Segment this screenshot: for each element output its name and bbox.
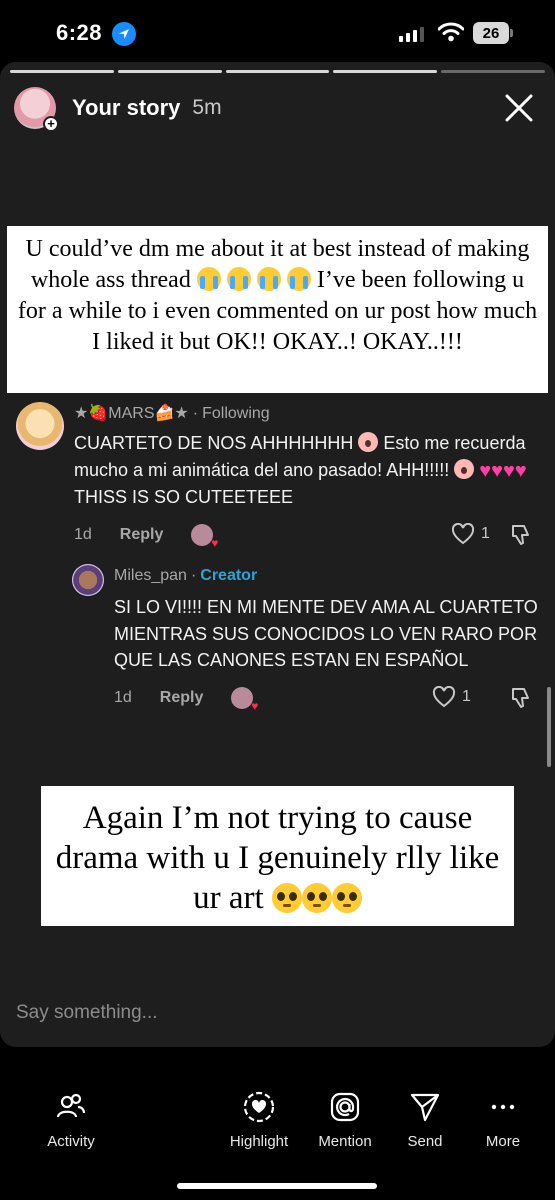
activity-label: Activity [47,1133,95,1150]
comment-text: SI LO VI!!!! EN MI MENTE DEV AMA AL CUAR… [114,597,538,670]
more-button[interactable]: More [463,1091,543,1150]
send-button[interactable]: Send [385,1091,465,1150]
comment-meta: 1d Reply 1 [114,685,546,713]
story-caption-bottom: Again I’m not trying to cause drama with… [41,786,514,926]
comment-age: 1d [114,688,132,706]
message-input[interactable]: Say something... [16,1002,158,1024]
cellular-signal-icon [399,26,424,42]
comment-text-part: CUARTETO DE NOS AHHHHHHH [74,433,354,453]
comment-text: CUARTETO DE NOS AHHHHHHH Esto me recuerd… [74,430,544,511]
heart-outline-icon [451,522,475,544]
pink-heart-icon: ♥ [502,459,515,482]
relation-label: Following [202,405,270,422]
comment-age: 1d [74,525,92,543]
thumbs-down-icon[interactable] [510,523,532,552]
pleading-emoji-icon [331,883,362,913]
location-arrow-icon [112,22,136,46]
highlight-heart-icon [243,1091,275,1123]
creator-badge: Creator [200,567,258,584]
wifi-icon [437,22,465,47]
comment-text-part: THISS IS SO CUTEETEEE [74,487,294,507]
progress-segment [10,70,114,73]
add-icon: + [43,116,59,132]
story-progress [10,70,545,73]
reply-button[interactable]: Reply [120,526,164,544]
close-icon[interactable] [503,92,535,124]
pleading-emoji-icon [271,883,302,913]
highlight-button[interactable]: Highlight [219,1091,299,1150]
story-avatar[interactable]: + [14,87,59,132]
activity-button[interactable]: Activity [31,1091,111,1150]
progress-segment [225,70,330,73]
crying-emoji-icon [286,267,311,291]
commenter-name[interactable]: Miles_pan [114,567,187,584]
bottom-toolbar: Activity Highlight Mention Send More [0,1047,555,1200]
creator-liked-avatar [231,686,258,713]
crying-emoji-icon [196,267,221,291]
commenter-avatar[interactable] [72,564,104,596]
status-bar: 6:28 26 [0,0,555,62]
story-caption-top: U could’ve dm me about it at best instea… [7,226,548,393]
reply-button[interactable]: Reply [160,689,204,707]
creator-liked-avatar [191,523,218,550]
send-label: Send [407,1133,443,1150]
story-viewer[interactable]: + Your story 5m U could’ve dm me about i… [0,62,555,1047]
pink-heart-icon: ♥ [491,459,503,482]
shocked-emoji-icon [358,432,379,452]
comment-meta: 1d Reply 1 [74,522,544,550]
story-age: 5m [192,96,222,119]
people-icon [55,1091,87,1123]
more-dots-icon [487,1091,519,1123]
thumbs-down-icon[interactable] [510,686,532,715]
progress-segment [441,70,545,73]
heart-outline-icon [432,685,456,707]
crying-emoji-icon [226,267,251,291]
like-button[interactable]: 1 [451,522,490,545]
highlight-label: Highlight [229,1133,289,1150]
pleading-emoji-icon [301,883,332,913]
like-count: 1 [462,687,471,705]
home-indicator[interactable] [177,1183,377,1189]
story-header: + Your story 5m [14,82,545,134]
pink-heart-icon: ♥ [479,459,492,482]
story-owner-name[interactable]: Your story [72,95,180,121]
comment-header: Miles_pan · Creator [114,567,258,584]
commenter-avatar[interactable] [16,402,64,450]
status-time: 6:28 [56,20,103,45]
battery-indicator: 26 [473,22,513,44]
crying-emoji-icon [256,267,281,291]
progress-segment [117,70,222,73]
progress-segment [333,70,438,73]
scrollbar[interactable] [547,687,551,767]
pink-heart-icon: ♥ [514,459,527,482]
mention-label: Mention [318,1133,372,1150]
send-icon [409,1091,441,1123]
mention-button[interactable]: Mention [305,1091,385,1150]
like-count: 1 [481,524,490,542]
like-button[interactable]: 1 [432,685,471,708]
shocked-emoji-icon [454,458,475,479]
more-label: More [485,1133,521,1150]
comment-header: ★🍓MARS🍰★ · Following [74,405,270,422]
at-sign-icon [329,1091,361,1123]
commenter-name[interactable]: ★🍓MARS🍰★ [74,405,189,422]
